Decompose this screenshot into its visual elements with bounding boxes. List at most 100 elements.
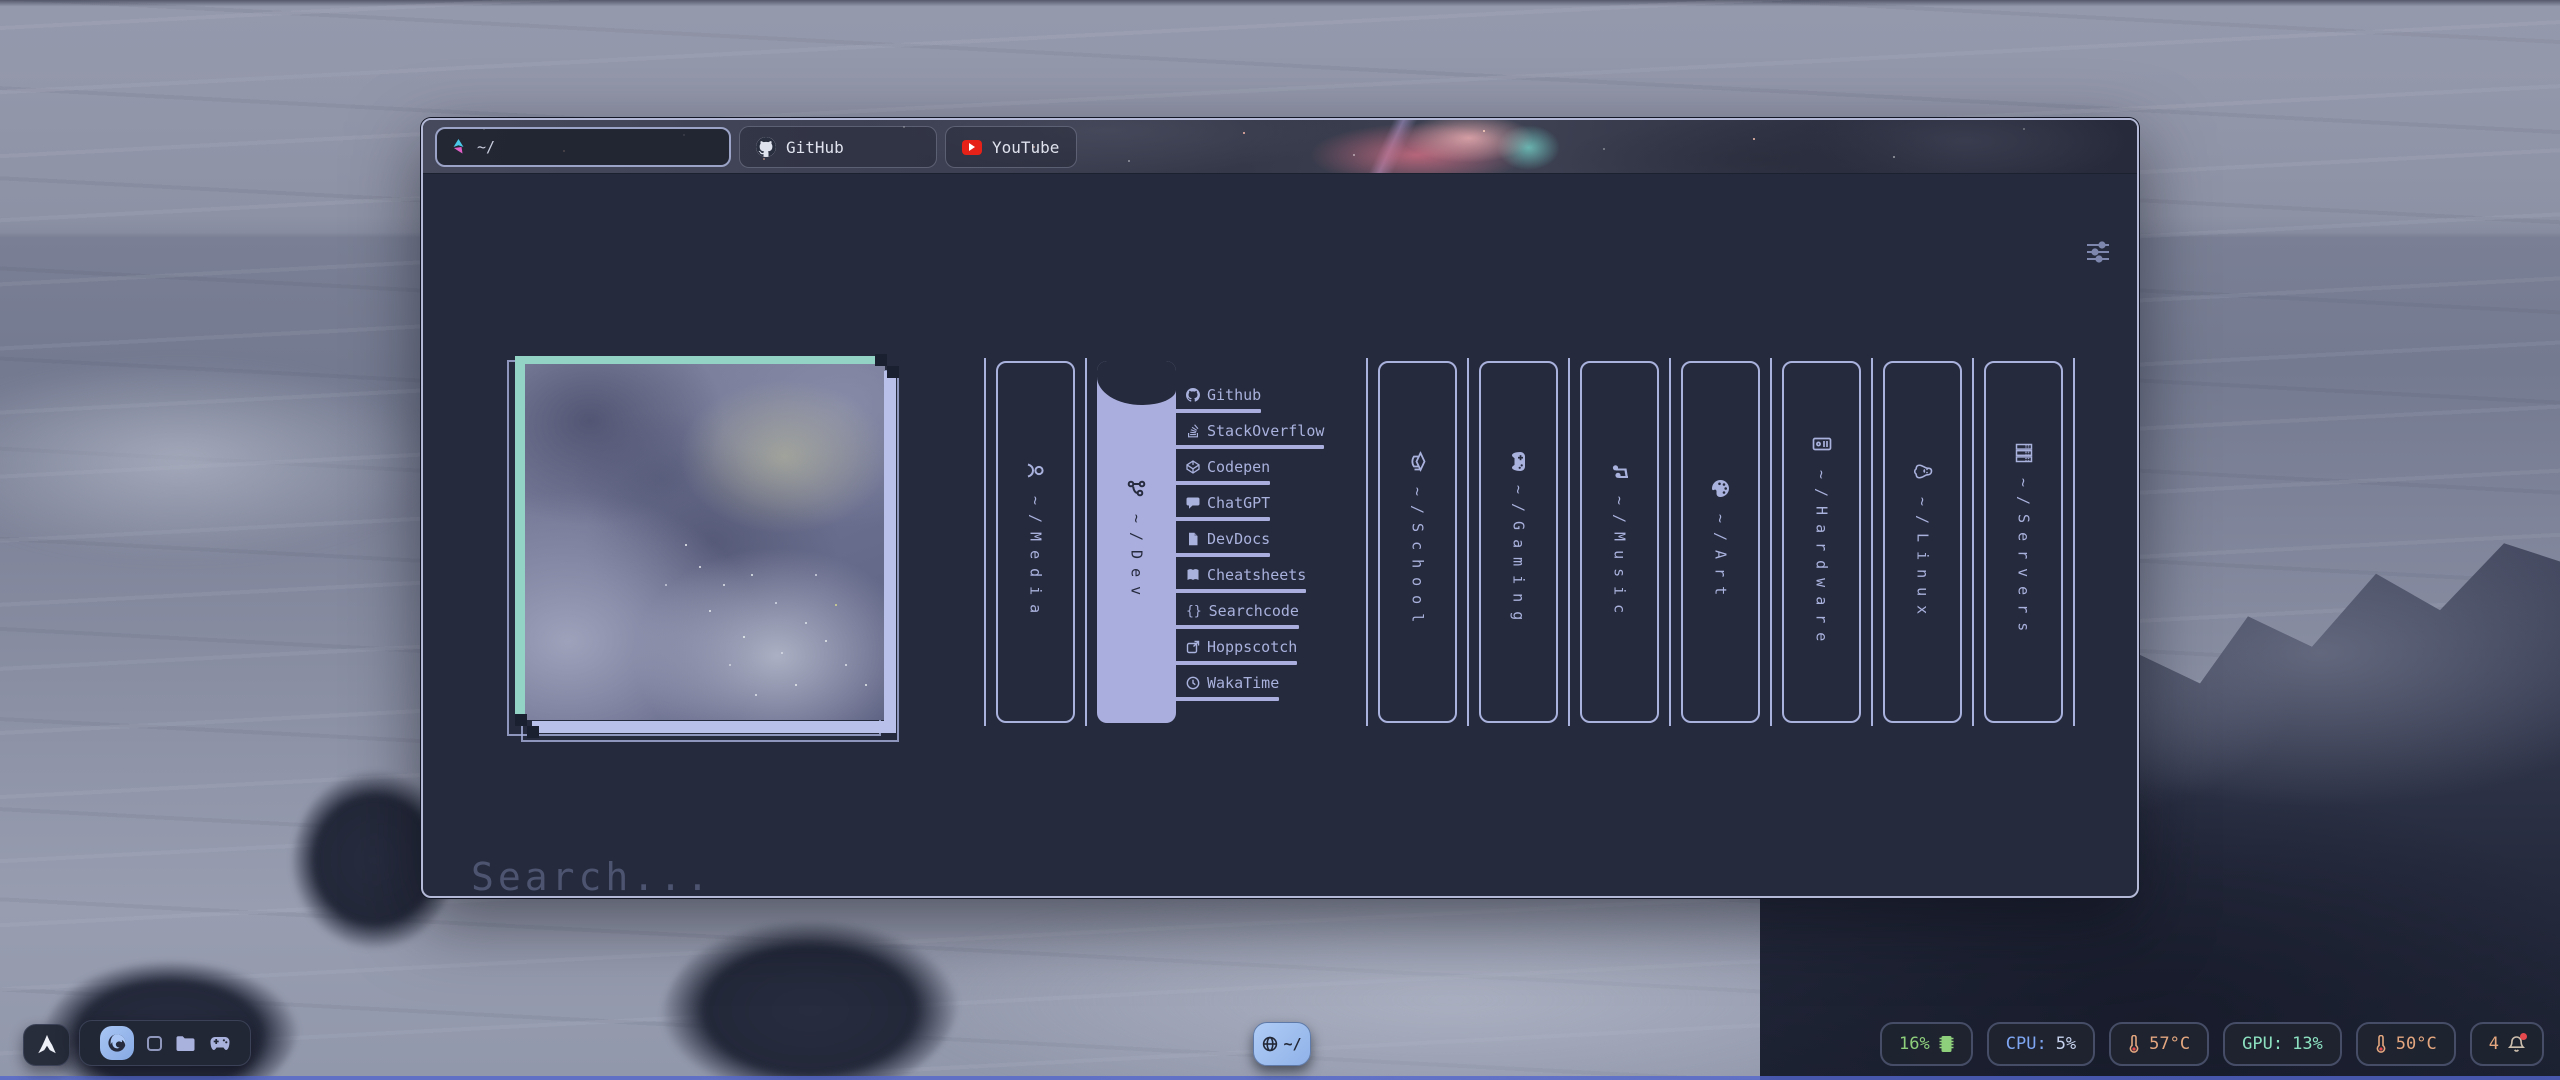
link-label: Codepen — [1207, 458, 1270, 476]
chat-bubble-icon — [1186, 496, 1200, 510]
graduation-cap-icon — [1408, 452, 1427, 472]
newtab-page: ~/Media ~/Dev Github — [423, 174, 2137, 898]
shelf-divider — [1871, 358, 1873, 726]
ram-icon — [1939, 1035, 1954, 1053]
link-label: Hoppscotch — [1207, 638, 1297, 656]
bookshelf: ~/Media ~/Dev Github — [984, 358, 2075, 726]
link-searchcode[interactable]: {} Searchcode — [1186, 602, 1303, 638]
book-label: ~/Gaming — [1510, 485, 1528, 629]
tab-github[interactable]: GitHub — [739, 126, 937, 168]
youtube-icon — [962, 140, 982, 155]
link-underline — [1168, 445, 1324, 449]
gpu-usage-pill[interactable]: GPU: 13% — [2223, 1022, 2342, 1066]
window-icon[interactable] — [147, 1036, 162, 1051]
book-servers[interactable]: ~/Servers — [1984, 361, 2063, 723]
ram-value: 16% — [1899, 1034, 1930, 1054]
book-hardware[interactable]: ~/Hardware — [1782, 361, 1861, 723]
arch-icon — [35, 1033, 59, 1057]
bell-icon — [2508, 1035, 2525, 1053]
link-underline — [1168, 625, 1299, 629]
globe-icon — [1262, 1036, 1278, 1052]
book-icon — [1186, 568, 1200, 582]
braces-icon: {} — [1186, 604, 1202, 619]
shelf-divider — [1085, 358, 1087, 726]
link-underline — [1168, 517, 1270, 521]
shelf-divider — [1972, 358, 1974, 726]
pc-tower-icon — [1812, 436, 1832, 452]
book-linux[interactable]: ~/Linux — [1883, 361, 1962, 723]
cpu-label: CPU: — [2006, 1034, 2047, 1054]
notifications-pill[interactable]: 4 — [2470, 1022, 2544, 1066]
link-hoppscotch[interactable]: Hoppscotch — [1186, 638, 1301, 674]
artwork-frame — [507, 352, 903, 744]
link-chatgpt[interactable]: ChatGPT — [1186, 494, 1274, 530]
book-dev-open[interactable]: ~/Dev — [1097, 361, 1176, 723]
frame-corner-handle — [527, 726, 539, 738]
shelf-divider — [1770, 358, 1772, 726]
link-label: WakaTime — [1207, 674, 1279, 692]
url-bar[interactable]: ~/ — [435, 127, 731, 167]
app-launcher-button[interactable] — [23, 1024, 70, 1066]
settings-sliders-icon[interactable] — [2085, 240, 2111, 268]
link-github[interactable]: Github — [1186, 386, 1265, 422]
notification-count: 4 — [2489, 1034, 2499, 1054]
firefox-icon[interactable] — [100, 1026, 134, 1060]
book-label: ~/Media — [1027, 496, 1045, 622]
book-gaming[interactable]: ~/Gaming — [1479, 361, 1558, 723]
search-input[interactable] — [471, 846, 2057, 898]
music-note-icon — [1611, 462, 1629, 480]
link-label: Cheatsheets — [1207, 566, 1306, 584]
tab-label: GitHub — [786, 138, 844, 157]
book-music[interactable]: ~/Music — [1580, 361, 1659, 723]
cloud-painting-image — [525, 364, 885, 720]
active-task-label: ~/ — [1283, 1035, 1301, 1053]
link-label: Github — [1207, 386, 1261, 404]
link-underline — [1168, 697, 1279, 701]
shelf-divider — [1669, 358, 1671, 726]
link-cheatsheets[interactable]: Cheatsheets — [1186, 566, 1310, 602]
gpu-label: GPU: — [2242, 1034, 2283, 1054]
painting-stars — [685, 544, 687, 546]
link-underline — [1168, 409, 1261, 413]
link-label: ChatGPT — [1207, 494, 1270, 512]
gpu-temp-pill[interactable]: 50°C — [2356, 1022, 2456, 1066]
palette-icon — [1711, 479, 1730, 498]
active-task-button[interactable]: ~/ — [1253, 1022, 1311, 1066]
tux-icon — [1913, 462, 1933, 480]
shelf-divider — [2073, 358, 2075, 726]
book-label: ~/Servers — [2015, 478, 2033, 640]
link-label: StackOverflow — [1207, 422, 1324, 440]
book-label: ~/Linux — [1914, 497, 1932, 623]
cpu-usage-pill[interactable]: CPU: 5% — [1987, 1022, 2095, 1066]
notification-dot — [2520, 1033, 2527, 1040]
zen-logo-icon — [449, 138, 468, 157]
frame-corner-handle — [515, 714, 527, 726]
folder-icon[interactable] — [175, 1035, 196, 1052]
shelf-divider — [1366, 358, 1368, 726]
book-school[interactable]: ~/School — [1378, 361, 1457, 723]
link-codepen[interactable]: Codepen — [1186, 458, 1274, 494]
url-text: ~/ — [477, 138, 495, 156]
cpu-temp-pill[interactable]: 57°C — [2109, 1022, 2209, 1066]
ram-usage-pill[interactable]: 16% — [1880, 1022, 1973, 1066]
git-branch-icon — [1127, 479, 1146, 498]
gamepad-icon[interactable] — [209, 1036, 231, 1051]
link-wakatime[interactable]: WakaTime — [1186, 674, 1283, 710]
server-rack-icon — [2015, 443, 2033, 463]
browser-window: ~/ GitHub YouTube — [421, 118, 2139, 898]
status-bar: 16% CPU: 5% 57°C GPU: 13% 50°C — [1880, 1022, 2544, 1066]
tab-label: YouTube — [992, 138, 1059, 157]
shelf-divider — [1568, 358, 1570, 726]
shelf-divider — [984, 358, 986, 726]
gpu-temp-value: 50°C — [2396, 1034, 2437, 1054]
book-media[interactable]: ~/Media — [996, 361, 1075, 723]
thermometer-icon — [2128, 1035, 2140, 1054]
github-icon — [756, 137, 776, 157]
book-top-cap — [1097, 361, 1176, 405]
tab-youtube[interactable]: YouTube — [945, 126, 1077, 168]
document-icon — [1186, 532, 1200, 546]
book-art[interactable]: ~/Art — [1681, 361, 1760, 723]
book-label: ~/Music — [1611, 496, 1629, 622]
link-stackoverflow[interactable]: StackOverflow — [1186, 422, 1328, 458]
link-devdocs[interactable]: DevDocs — [1186, 530, 1274, 566]
